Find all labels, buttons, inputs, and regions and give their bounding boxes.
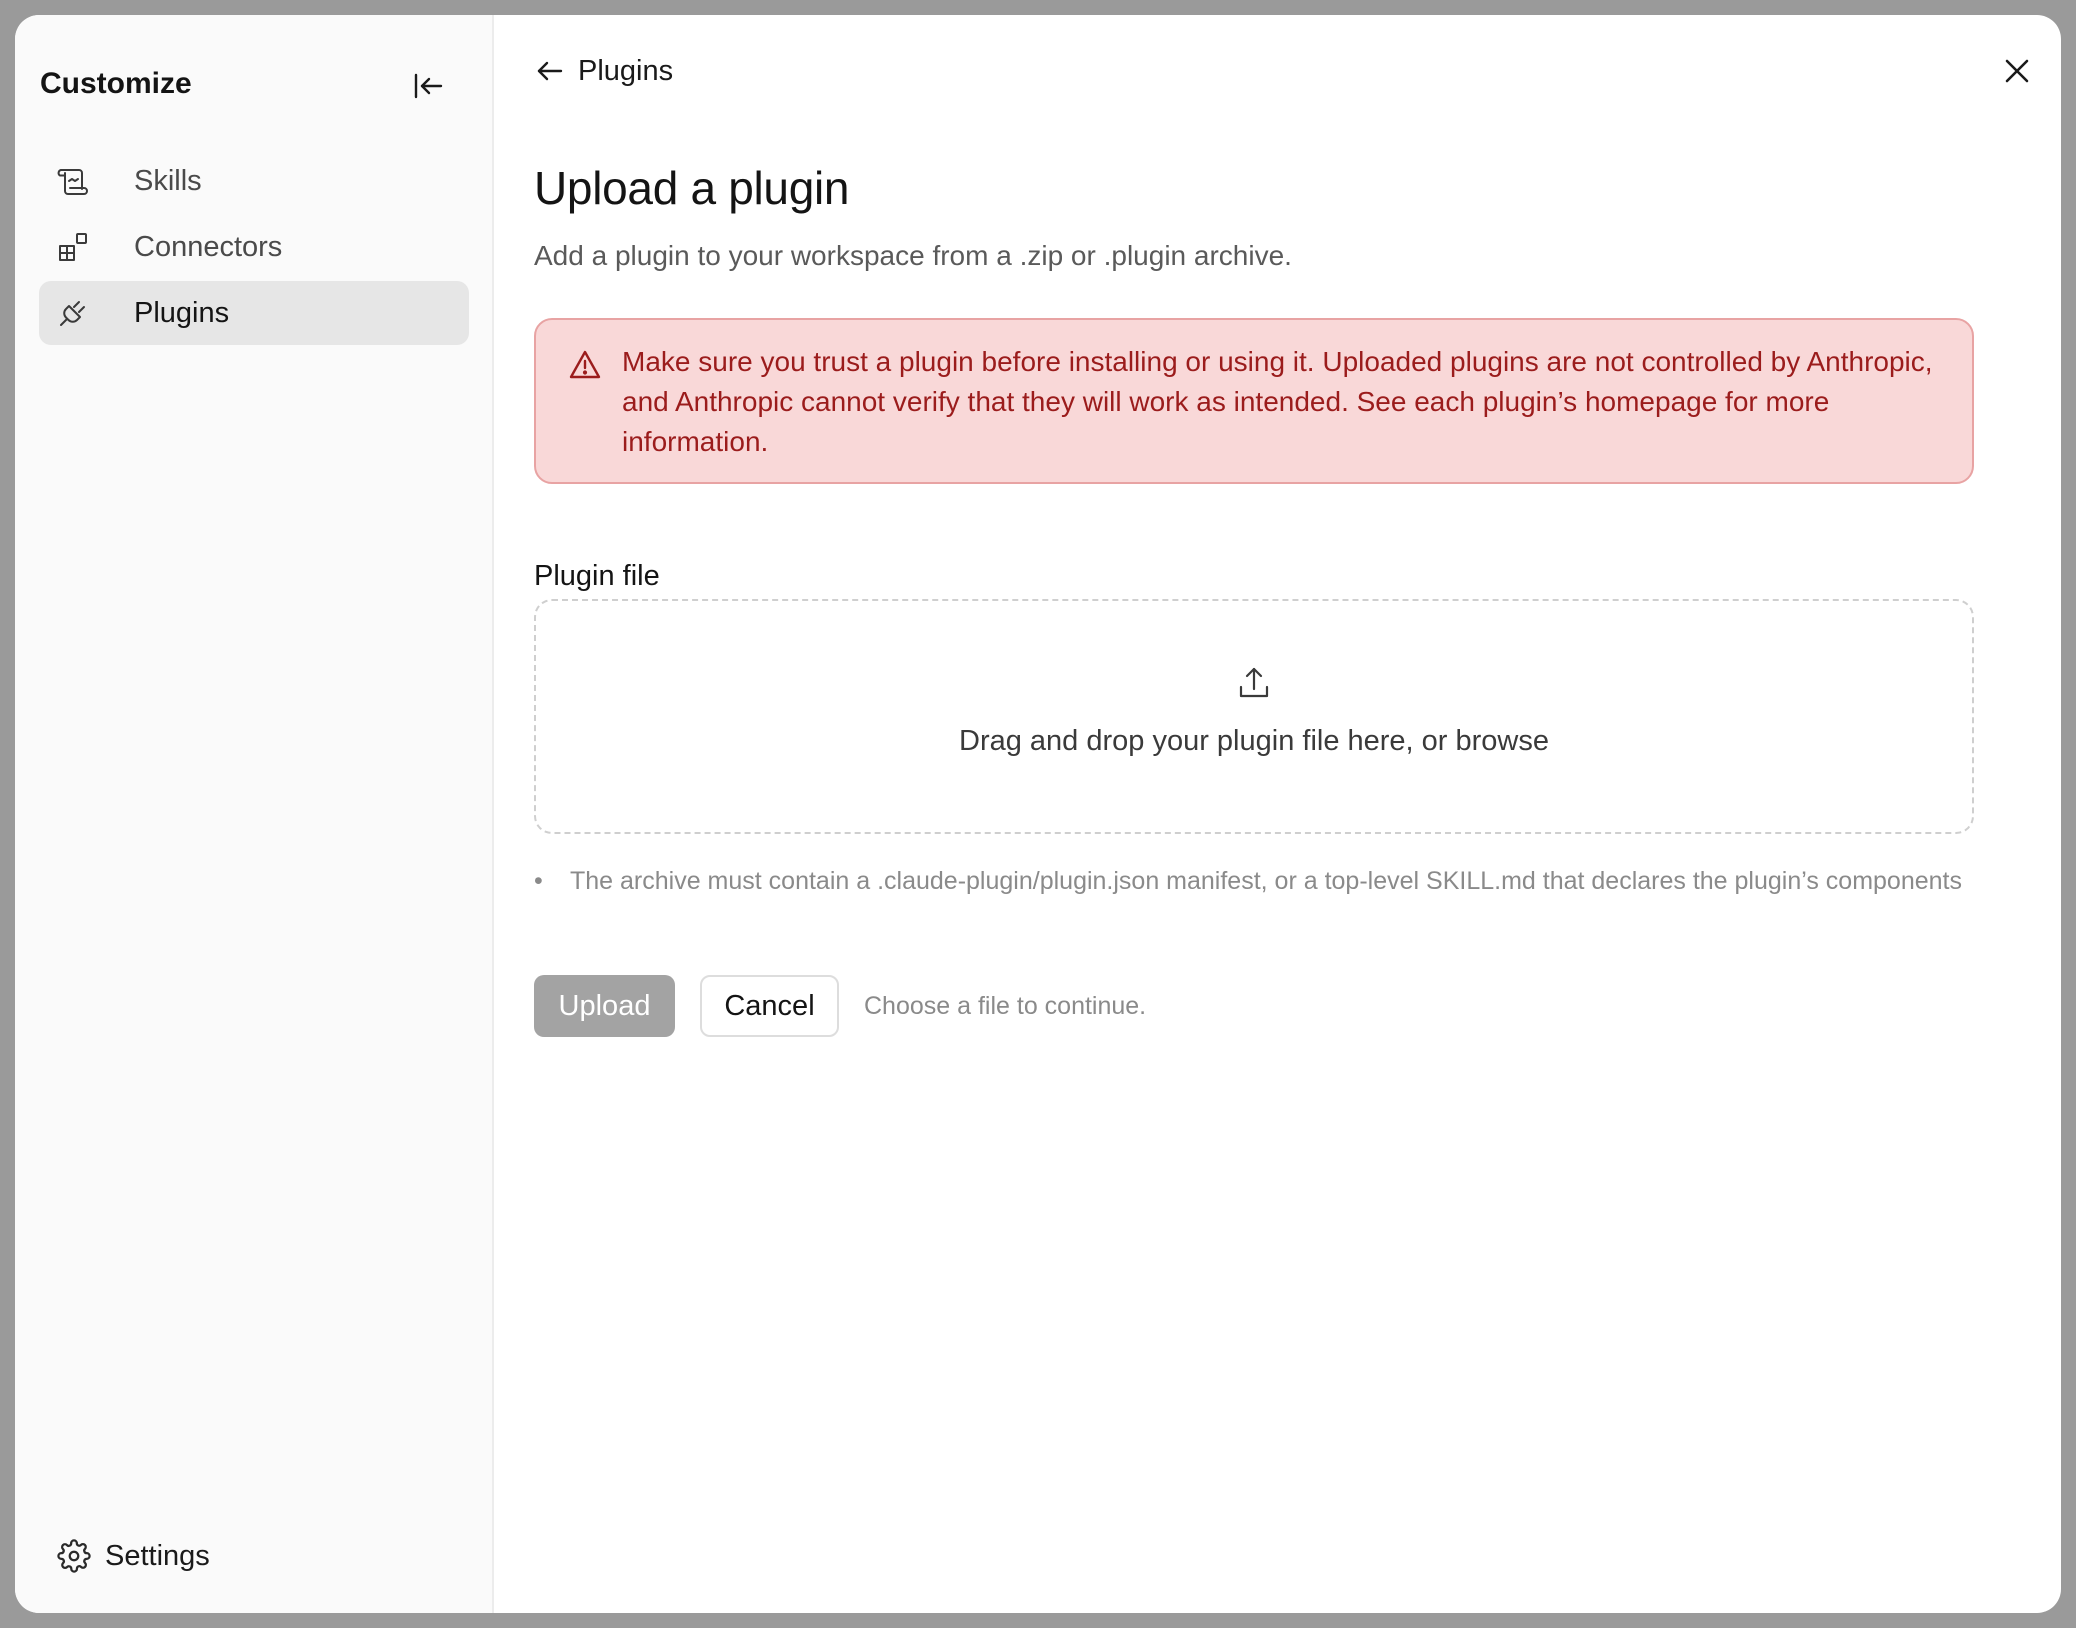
warning-text: Make sure you trust a plugin before inst… [622,346,1933,457]
cancel-button[interactable]: Cancel [700,975,839,1037]
sidebar-header: Customize [40,51,467,119]
sidebar: Customize Skills Connectors Plugins Sett… [15,15,494,1613]
settings-label: Settings [105,1539,210,1572]
collapse-sidebar-button[interactable] [409,67,447,105]
settings-button[interactable]: Settings [57,1536,210,1576]
sidebar-title: Customize [40,67,192,100]
warning-triangle-icon [568,348,602,382]
sidebar-item-label: Plugins [134,296,230,329]
form-actions: Upload Cancel Choose a file to continue. [534,975,1146,1037]
close-icon [2003,57,2031,85]
back-label: Plugins [578,54,674,87]
sidebar-item-connectors[interactable]: Connectors [39,215,469,279]
sidebar-item-label: Connectors [134,230,283,263]
plug-icon [57,297,89,329]
connectors-icon [57,231,89,263]
scroll-icon [57,165,89,197]
main-panel: Plugins Upload a plugin Add a plugin to … [494,15,2061,1613]
page-title: Upload a plugin [534,162,850,214]
back-to-plugins-link[interactable]: Plugins [534,50,673,92]
sidebar-item-label: Skills [134,164,202,197]
bullet-icon: • [534,867,543,895]
arrow-left-icon [534,55,566,87]
plugin-file-dropzone[interactable]: Drag and drop your plugin file here, or … [534,599,1974,834]
sidebar-item-skills[interactable]: Skills [39,149,469,213]
page-subtitle: Add a plugin to your workspace from a .z… [534,240,1292,271]
sidebar-nav: Skills Connectors Plugins [39,149,469,347]
gear-icon [57,1539,91,1573]
customize-window: Customize Skills Connectors Plugins Sett… [15,15,2061,1613]
trust-warning-banner: Make sure you trust a plugin before inst… [534,318,1974,484]
hint-text: The archive must contain a .claude-plugi… [570,867,1962,895]
archive-requirement-hint: • The archive must contain a .claude-plug… [534,864,1974,898]
sidebar-item-plugins[interactable]: Plugins [39,281,469,345]
upload-icon [1236,665,1272,701]
upload-button[interactable]: Upload [534,975,675,1037]
collapse-sidebar-icon [411,69,445,103]
close-button[interactable] [1999,53,2035,89]
plugin-file-label: Plugin file [534,560,660,592]
dropzone-text: Drag and drop your plugin file here, or … [959,725,1549,757]
action-hint: Choose a file to continue. [864,991,1147,1020]
